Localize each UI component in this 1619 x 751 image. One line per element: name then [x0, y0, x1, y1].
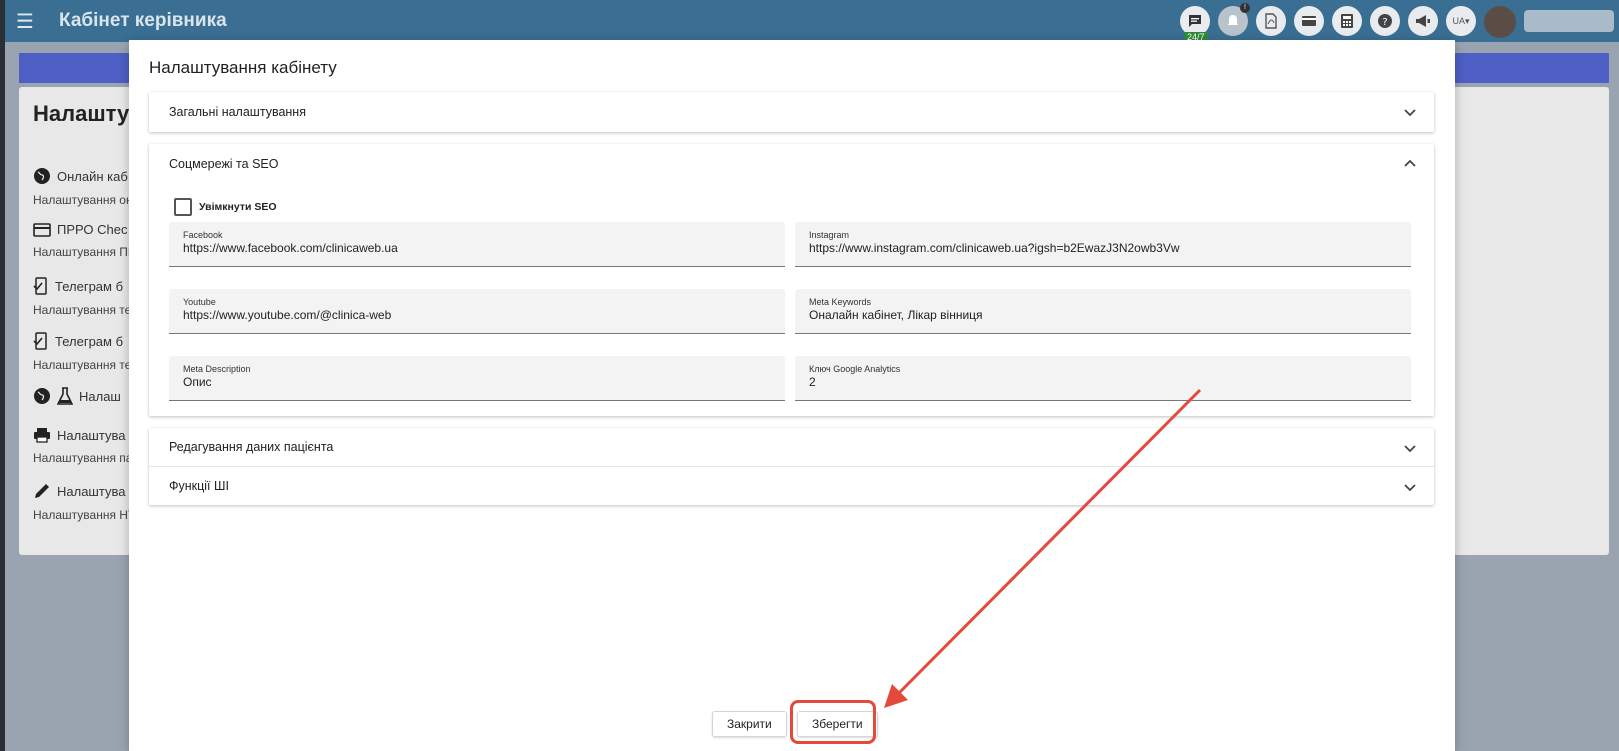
meta-description-field[interactable]: Meta Description: [169, 356, 785, 401]
language-selector[interactable]: UA ▾: [1446, 6, 1476, 36]
facebook-field[interactable]: Facebook: [169, 222, 785, 267]
phone-check-icon: [33, 332, 47, 350]
field-label: Meta Keywords: [809, 297, 872, 307]
settings-item[interactable]: ПРРО Chec Налаштування ПР: [33, 222, 136, 259]
youtube-field[interactable]: Youtube: [169, 289, 785, 334]
notification-icon[interactable]: !: [1218, 3, 1250, 36]
card-icon: [33, 222, 51, 237]
panel-social-seo: Соцмережі та SEO Увімкнути SEO Facebook …: [149, 144, 1434, 416]
settings-modal: Налаштування кабінету Загальні налаштува…: [129, 40, 1455, 751]
page-heading: Налашту: [33, 101, 130, 126]
panel-general-settings[interactable]: Загальні налаштування: [149, 92, 1434, 132]
settings-item[interactable]: Налаштува Налаштування па: [33, 427, 133, 466]
panel-title: Функції ШІ: [169, 479, 229, 493]
settings-item-label: Телеграм б: [55, 278, 124, 294]
save-highlight-box: [790, 700, 876, 744]
panel-header-patient[interactable]: Редагування даних пацієнта: [149, 428, 1434, 466]
panel-header-ai[interactable]: Функції ШІ: [149, 467, 1434, 505]
panel-title: Загальні налаштування: [169, 105, 306, 119]
meta-keywords-input[interactable]: [809, 308, 1399, 322]
megaphone-icon[interactable]: [1408, 6, 1438, 36]
left-edge: [0, 0, 5, 751]
settings-item-label: Телеграм б: [55, 333, 124, 349]
facebook-input[interactable]: [183, 241, 773, 255]
help-icon[interactable]: ?: [1370, 6, 1400, 36]
settings-item-sub: Налаштування те: [33, 303, 132, 317]
phone-check-icon: [33, 277, 47, 295]
seo-toggle[interactable]: Увімкнути SEO: [174, 198, 277, 216]
settings-item[interactable]: Телеграм б Налаштування те: [33, 332, 131, 372]
panel-title: Соцмережі та SEO: [169, 157, 279, 171]
chevron-down-icon[interactable]: [1402, 440, 1418, 456]
seo-checkbox-label: Увімкнути SEO: [199, 201, 277, 213]
seo-checkbox[interactable]: [174, 198, 192, 216]
avatar[interactable]: [1484, 6, 1516, 38]
settings-item-sub: Налаштування ПР: [33, 245, 136, 259]
meta-description-input[interactable]: [183, 375, 773, 389]
printer-icon: [34, 428, 50, 443]
settings-item-label: Онлайн каб: [57, 168, 128, 184]
flask-icon: [57, 387, 73, 405]
settings-item-sub: Налаштування НТ: [33, 508, 136, 522]
settings-item[interactable]: Налаш: [33, 387, 121, 405]
settings-item-sub: Налаштування он: [33, 193, 133, 207]
pencil-icon: [35, 484, 49, 498]
instagram-input[interactable]: [809, 241, 1399, 255]
chevron-up-icon[interactable]: [1402, 156, 1418, 172]
panel-group-bottom: Редагування даних пацієнта Функції ШІ: [149, 428, 1434, 505]
settings-item-label: Налаш: [79, 388, 121, 404]
settings-item[interactable]: Налаштува Налаштування НТ: [33, 482, 136, 523]
language-label: UA: [1452, 16, 1465, 26]
settings-item-label: Налаштува: [57, 427, 126, 443]
hamburger-menu-icon[interactable]: ☰: [5, 9, 45, 34]
settings-item[interactable]: Телеграм б Налаштування те: [33, 277, 131, 317]
modal-title: Налаштування кабінету: [149, 58, 337, 77]
top-icons: ! ? UA ▾: [1180, 3, 1614, 38]
settings-item[interactable]: Онлайн каб Налаштування он: [33, 167, 133, 207]
field-label: Facebook: [183, 230, 223, 240]
field-label: Instagram: [809, 230, 850, 240]
globe-icon: [34, 388, 50, 404]
close-button[interactable]: Закрити: [712, 711, 787, 737]
calculator-icon[interactable]: [1332, 6, 1362, 36]
chevron-down-icon[interactable]: [1402, 104, 1418, 120]
settings-item-sub: Налаштування те: [33, 358, 132, 372]
youtube-input[interactable]: [183, 308, 773, 322]
card-icon[interactable]: [1294, 6, 1324, 36]
chevron-down-icon[interactable]: [1402, 479, 1418, 495]
panel-title: Редагування даних пацієнта: [169, 440, 334, 454]
settings-item-label: ПРРО Chec: [57, 222, 128, 237]
field-label: Ключ Google Analytics: [809, 364, 901, 374]
app-title: Кабінет керівника: [59, 10, 227, 31]
google-analytics-input[interactable]: [809, 375, 1399, 389]
panel-header-general[interactable]: Загальні налаштування: [149, 92, 1434, 132]
settings-item-sub: Налаштування па: [33, 451, 133, 465]
pdf-icon[interactable]: [1256, 6, 1286, 36]
notification-badge: !: [1240, 3, 1250, 13]
meta-keywords-field[interactable]: Meta Keywords: [795, 289, 1411, 334]
user-name-blurred[interactable]: [1524, 10, 1614, 32]
google-analytics-field[interactable]: Ключ Google Analytics: [795, 356, 1411, 401]
instagram-field[interactable]: Instagram: [795, 222, 1411, 267]
panel-header-social[interactable]: Соцмережі та SEO: [149, 144, 1434, 184]
globe-icon: [34, 168, 50, 184]
settings-item-label: Налаштува: [57, 483, 126, 499]
svg-text:?: ?: [1382, 17, 1387, 28]
field-label: Youtube: [183, 297, 216, 307]
field-label: Meta Description: [183, 364, 251, 374]
